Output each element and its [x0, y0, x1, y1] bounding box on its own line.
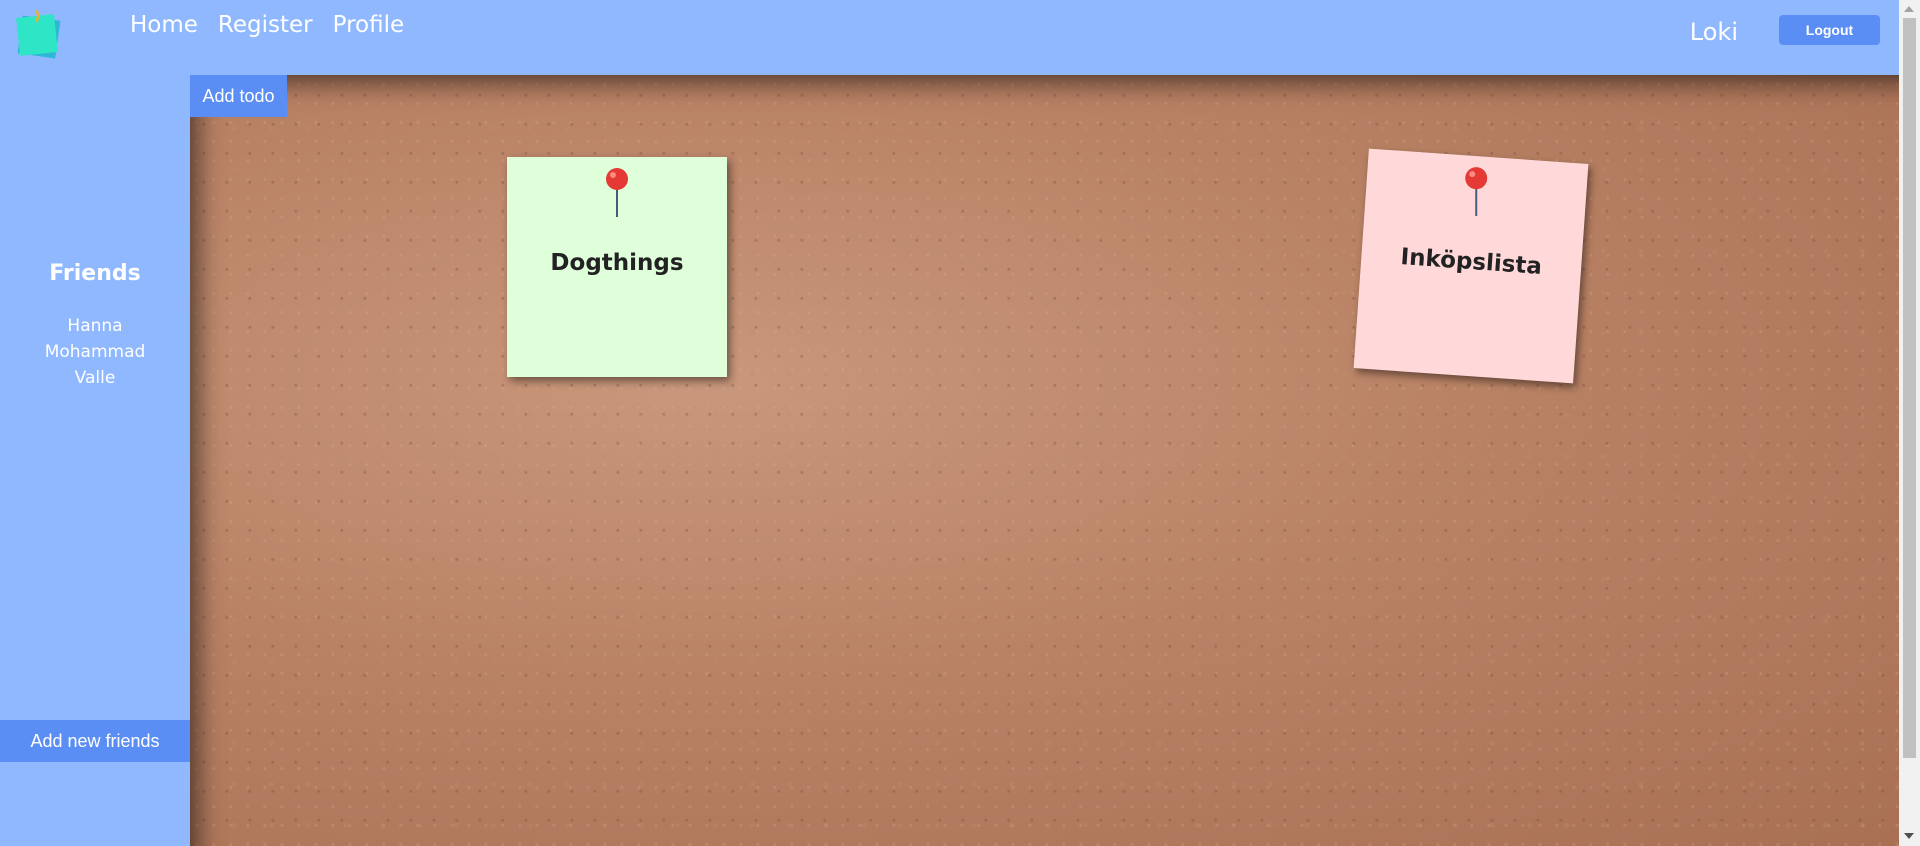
- main-nav: Home Register Profile: [130, 12, 404, 38]
- note-title: Dogthings: [550, 250, 684, 276]
- top-navbar: Home Register Profile Loki Logout: [0, 0, 1899, 75]
- add-new-friends-button[interactable]: Add new friends: [0, 720, 190, 762]
- current-username: Loki: [1689, 18, 1738, 46]
- friend-item-hanna[interactable]: Hanna: [0, 313, 190, 339]
- friends-sidebar: Friends Hanna Mohammad Valle Add new fri…: [0, 75, 190, 846]
- add-todo-button[interactable]: Add todo: [190, 75, 287, 117]
- logout-button[interactable]: Logout: [1779, 15, 1880, 45]
- friend-item-valle[interactable]: Valle: [0, 365, 190, 391]
- scroll-thumb[interactable]: [1903, 18, 1916, 758]
- nav-link-register[interactable]: Register: [218, 12, 313, 38]
- scroll-down-icon[interactable]: [1904, 833, 1914, 839]
- todo-note-inkopslista[interactable]: Inköpslista: [1353, 148, 1589, 384]
- friend-item-mohammad[interactable]: Mohammad: [0, 339, 190, 365]
- nav-link-profile[interactable]: Profile: [333, 12, 405, 38]
- friends-list: Hanna Mohammad Valle: [0, 313, 190, 391]
- note-title: Inköpslista: [1399, 244, 1543, 280]
- push-pin-icon: [606, 168, 628, 217]
- sticky-note-logo-icon[interactable]: [14, 8, 66, 60]
- scroll-up-icon[interactable]: [1904, 6, 1914, 12]
- page-scrollbar[interactable]: [1899, 0, 1920, 846]
- todo-note-dogthings[interactable]: Dogthings: [507, 157, 727, 377]
- push-pin-icon: [1465, 167, 1488, 217]
- cork-board: [190, 75, 1899, 846]
- friends-heading: Friends: [49, 261, 141, 286]
- nav-link-home[interactable]: Home: [130, 12, 198, 38]
